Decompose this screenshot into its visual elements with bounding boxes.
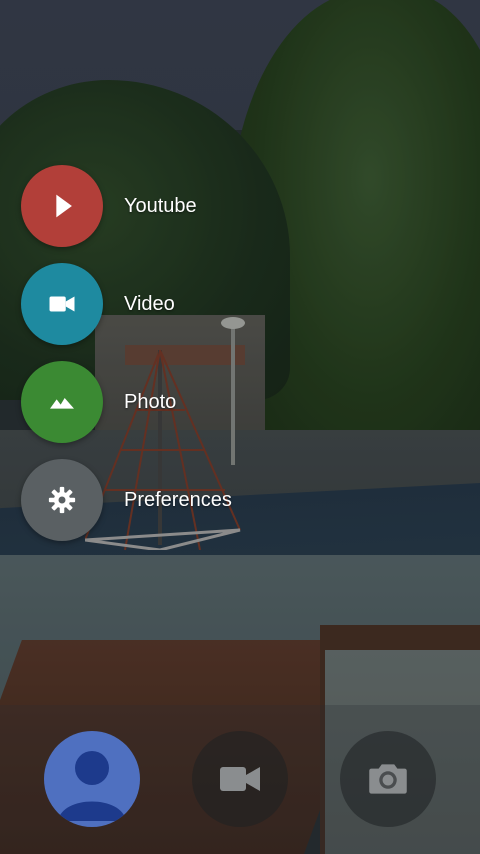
camera-icon — [369, 764, 407, 794]
photo-button[interactable] — [21, 361, 103, 443]
preferences-label[interactable]: Preferences — [124, 489, 232, 512]
gear-icon — [48, 486, 76, 514]
preferences-button[interactable] — [21, 459, 103, 541]
camera-capture-button[interactable] — [340, 731, 436, 827]
profile-button[interactable] — [44, 731, 140, 827]
play-icon — [56, 194, 72, 218]
youtube-label[interactable]: Youtube — [124, 195, 197, 218]
account-icon — [58, 751, 126, 821]
photo-label[interactable]: Photo — [124, 391, 176, 414]
video-button[interactable] — [21, 263, 103, 345]
landscape-icon — [50, 398, 74, 409]
videocam-icon — [220, 767, 260, 791]
videocam-icon — [49, 296, 75, 312]
youtube-button[interactable] — [21, 165, 103, 247]
video-record-button[interactable] — [192, 731, 288, 827]
video-label[interactable]: Video — [124, 293, 175, 316]
